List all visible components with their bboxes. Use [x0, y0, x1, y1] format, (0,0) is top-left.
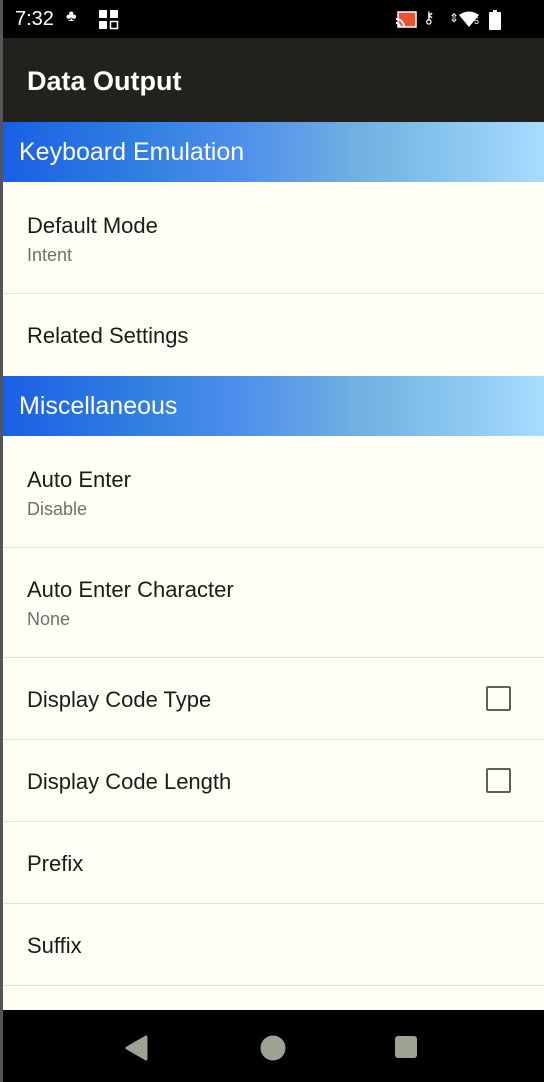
status-bar: 7:32 ♣ ⚷ ⇕ 5: [3, 0, 544, 38]
pref-title: Related Settings: [27, 323, 189, 348]
battery-icon: [489, 10, 501, 35]
pref-title: Display Code Length: [27, 769, 232, 794]
pref-title: Auto Enter: [27, 467, 131, 492]
recents-button[interactable]: [395, 1036, 419, 1065]
back-button[interactable]: [125, 1035, 149, 1066]
pref-title: Default Mode: [27, 213, 158, 238]
grid-apps-icon: [99, 10, 119, 35]
pref-title: Suffix: [27, 933, 82, 958]
pref-related-settings[interactable]: Related Settings: [3, 294, 544, 376]
pref-display-code-length[interactable]: Display Code Length: [3, 740, 544, 822]
page-title: Data Output: [27, 66, 182, 96]
cast-icon: [395, 11, 417, 33]
navigation-bar: [3, 1010, 544, 1082]
app-bar: Data Output: [3, 38, 544, 122]
pref-prefix[interactable]: Prefix: [3, 822, 544, 904]
pref-auto-enter[interactable]: Auto Enter Disable: [3, 436, 544, 548]
pref-display-code-type[interactable]: Display Code Type: [3, 658, 544, 740]
display-code-length-checkbox[interactable]: [486, 768, 511, 793]
vpn-key-icon: ⚷: [423, 10, 435, 27]
pref-auto-enter-character[interactable]: Auto Enter Character None: [3, 548, 544, 658]
pref-default-mode[interactable]: Default Mode Intent: [3, 182, 544, 294]
pref-suffix[interactable]: Suffix: [3, 904, 544, 986]
wifi-badge: 5: [474, 16, 480, 26]
category-keyboard-emulation: Keyboard Emulation: [3, 122, 544, 182]
category-miscellaneous: Miscellaneous: [3, 376, 544, 436]
pref-title: Prefix: [27, 851, 84, 876]
display-code-type-checkbox[interactable]: [486, 686, 511, 711]
pref-summary: None: [27, 609, 71, 629]
pref-summary: Intent: [27, 245, 73, 265]
home-button[interactable]: [260, 1035, 286, 1066]
pref-title: Display Code Type: [27, 687, 212, 712]
screen: 7:32 ♣ ⚷ ⇕ 5 Data Output Keyboard Emulat…: [3, 0, 544, 1082]
data-arrows-icon: ⇕: [449, 11, 460, 25]
pref-title: Auto Enter Character: [27, 577, 234, 602]
status-time: 7:32: [15, 8, 54, 30]
alien-icon: ♣: [66, 8, 77, 25]
pref-summary: Disable: [27, 499, 88, 519]
